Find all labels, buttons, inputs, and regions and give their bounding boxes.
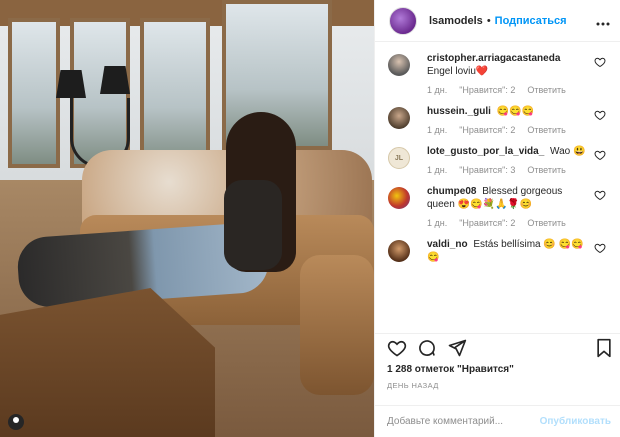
like-comment-heart-icon[interactable] [594,149,606,161]
comment-item: hussein._guli 😋😋😋 1 дн. "Нравится": 2 От… [375,101,620,141]
comment-time[interactable]: 1 дн. [427,218,447,228]
avatar-initials: JL [394,154,404,162]
comment-likes[interactable]: "Нравится": 3 [459,165,515,175]
likes-count[interactable]: 1 288 отметок "Нравится" [387,364,514,375]
commenter-avatar[interactable] [388,187,410,209]
photo-window [140,18,210,168]
header-separator: • [486,14,491,27]
comment-bubble-icon[interactable] [417,338,437,358]
like-comment-heart-icon[interactable] [594,242,606,254]
photo-window [8,18,60,168]
post-date[interactable]: ДЕНЬ НАЗАД [387,381,439,390]
follow-button[interactable]: Подписаться [495,15,567,27]
comment-meta: 1 дн. "Нравится": 3 Ответить [427,165,590,175]
comment-item: cristopher.arriagacastaneda Engel loviu❤… [375,48,620,101]
reply-button[interactable]: Ответить [527,218,565,228]
post-photo[interactable] [0,0,374,437]
comment-time[interactable]: 1 дн. [427,165,447,175]
reply-button[interactable]: Ответить [527,165,565,175]
commenter-username[interactable]: lote_gusto_por_la_vida_ [427,146,544,157]
comment-body: Wao 😃 [550,146,586,157]
comment-item: chumpe08 Blessed gorgeous queen 😍😋💐🙏🌹😊 1… [375,181,620,234]
comment-meta: 1 дн. "Нравится": 2 Ответить [427,85,590,95]
like-comment-heart-icon[interactable] [594,189,606,201]
comment-text-block: lote_gusto_por_la_vida_ Wao 😃 [427,145,590,158]
like-comment-heart-icon[interactable] [594,109,606,121]
author-avatar[interactable] [389,6,417,35]
comment-text-block: valdi_no Estás bellísima 😊 😋😋😋 [427,238,590,264]
photo-lamp-shade [56,70,86,98]
photo-figure-body [224,180,282,270]
comment-likes[interactable]: "Нравится": 2 [459,85,515,95]
comment-body: 😋😋😋 [496,106,535,117]
tagged-user-icon[interactable] [8,414,24,430]
comment-likes[interactable]: "Нравится": 2 [459,218,515,228]
comment-item: valdi_no Estás bellísima 😊 😋😋😋 [375,234,620,270]
commenter-avatar[interactable]: JL [388,147,410,169]
commenter-username[interactable]: chumpe08 [427,186,476,197]
comment-meta: 1 дн. "Нравится": 2 Ответить [427,218,590,228]
more-options-icon[interactable] [596,13,610,29]
like-comment-heart-icon[interactable] [594,56,606,68]
post-sidebar: lsamodels • Подписаться cristopher.arria… [374,0,620,437]
post-header: lsamodels • Подписаться [375,0,620,42]
photo-lamp-shade [100,66,130,94]
comment-text-block: cristopher.arriagacastaneda Engel loviu❤… [427,52,590,78]
share-paper-plane-icon[interactable] [447,338,467,358]
save-bookmark-icon[interactable] [595,338,613,358]
comment-time[interactable]: 1 дн. [427,125,447,135]
comment-meta: 1 дн. "Нравится": 2 Ответить [427,125,590,135]
like-heart-icon[interactable] [387,338,407,358]
reply-button[interactable]: Ответить [527,125,565,135]
reply-button[interactable]: Ответить [527,85,565,95]
comment-item: JL lote_gusto_por_la_vida_ Wao 😃 1 дн. "… [375,141,620,181]
commenter-avatar[interactable] [388,107,410,129]
publish-button[interactable]: Опубликовать [540,416,611,427]
commenter-avatar[interactable] [388,240,410,262]
photo-sofa-arm [300,255,374,395]
comment-body: Engel loviu❤️ [427,66,489,77]
commenter-username[interactable]: valdi_no [427,239,468,250]
post-actions [375,333,620,361]
commenter-avatar[interactable] [388,54,410,76]
commenter-username[interactable]: cristopher.arriagacastaneda [427,53,560,64]
add-comment-input[interactable] [387,416,540,427]
add-comment-bar: Опубликовать [375,405,620,437]
commenter-username[interactable]: hussein._guli [427,106,491,117]
comment-text-block: hussein._guli 😋😋😋 [427,105,590,118]
comment-likes[interactable]: "Нравится": 2 [459,125,515,135]
comment-time[interactable]: 1 дн. [427,85,447,95]
comment-text-block: chumpe08 Blessed gorgeous queen 😍😋💐🙏🌹😊 [427,185,590,211]
comments-list[interactable]: cristopher.arriagacastaneda Engel loviu❤… [375,42,620,332]
author-username[interactable]: lsamodels [429,15,483,27]
